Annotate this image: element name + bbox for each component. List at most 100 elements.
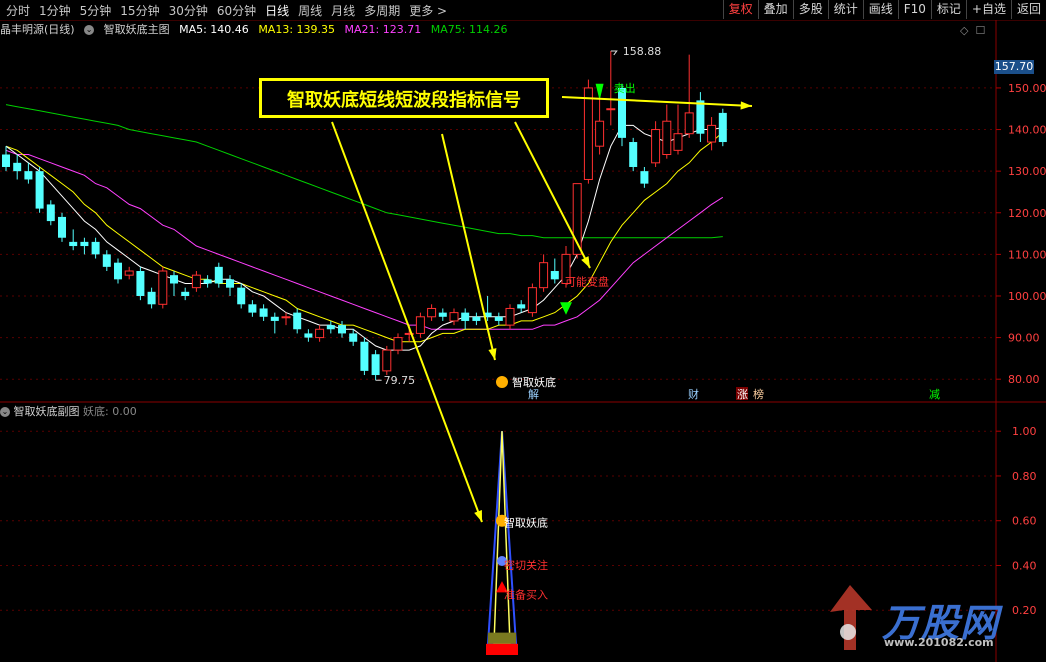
price-tick-label: 100.00 bbox=[1008, 290, 1046, 303]
event-zhang-label: 涨 bbox=[737, 388, 748, 401]
candle-body bbox=[293, 312, 302, 330]
candle-body bbox=[2, 154, 10, 167]
candle-body bbox=[427, 307, 437, 318]
candle-body bbox=[595, 120, 605, 147]
candle-body bbox=[550, 271, 559, 280]
candle-body bbox=[707, 124, 717, 143]
price-tick-label: 90.00 bbox=[1008, 332, 1040, 345]
green-marker-icon bbox=[560, 302, 572, 315]
price-tick-label: 110.00 bbox=[1008, 248, 1046, 261]
candle-body bbox=[527, 287, 537, 314]
candle-body bbox=[640, 171, 649, 184]
candle-body bbox=[315, 328, 325, 339]
candle-body bbox=[583, 87, 593, 180]
candle-body bbox=[673, 133, 683, 151]
candle-body bbox=[191, 274, 201, 289]
candle-body bbox=[158, 270, 168, 305]
candle-body bbox=[651, 129, 661, 164]
candle-body bbox=[618, 87, 626, 138]
candle-body bbox=[662, 120, 672, 156]
candle-body bbox=[472, 316, 481, 321]
candle-body bbox=[461, 312, 470, 321]
current-price-tag: 157.70 bbox=[994, 60, 1034, 74]
ma13-line bbox=[5, 131, 724, 343]
candle-body bbox=[259, 308, 268, 317]
base-block-red bbox=[486, 643, 518, 655]
price-tick-label: 120.00 bbox=[1008, 207, 1046, 220]
price-tick-label: 150.00 bbox=[1008, 82, 1046, 95]
arrow-to-maybe-head bbox=[581, 256, 590, 268]
candle-body bbox=[124, 270, 134, 276]
event-jie-label: 解 bbox=[528, 387, 539, 401]
candle-body bbox=[326, 325, 335, 330]
candle-body bbox=[170, 275, 178, 284]
candle-body bbox=[69, 241, 78, 247]
sub-tick-label: 0.80 bbox=[1012, 470, 1037, 483]
event-cai-label: 财 bbox=[688, 387, 699, 401]
event-jian-label: 减 bbox=[929, 388, 940, 401]
candle-body bbox=[281, 316, 291, 319]
candle-body bbox=[505, 307, 515, 326]
signal-spike-inner bbox=[493, 431, 511, 645]
low-price-label: 79.75 bbox=[384, 374, 416, 387]
candle-body bbox=[606, 108, 616, 111]
candle-body bbox=[415, 316, 425, 334]
arrow-to-sell-head bbox=[740, 101, 752, 110]
sub-tick-label: 0.60 bbox=[1012, 515, 1037, 528]
candle-body bbox=[517, 304, 526, 309]
candle-body bbox=[718, 112, 727, 143]
candle-body bbox=[393, 337, 403, 351]
candle-body bbox=[304, 333, 313, 338]
candle-body bbox=[684, 112, 694, 135]
yaodi-icon bbox=[496, 376, 508, 388]
sub-tick-label: 1.00 bbox=[1012, 425, 1037, 438]
candle-body bbox=[438, 312, 447, 317]
candle-body bbox=[13, 162, 22, 172]
candle-body bbox=[349, 333, 358, 342]
arrow-to-yaodi bbox=[441, 133, 496, 361]
candle-body bbox=[696, 100, 705, 134]
candle-body bbox=[181, 291, 190, 296]
event-bang-label: 榜 bbox=[753, 387, 764, 401]
focus-label: 密切关注 bbox=[504, 558, 548, 572]
high-marker bbox=[610, 50, 618, 56]
candle-body bbox=[494, 316, 503, 321]
high-price-label: 158.88 bbox=[623, 45, 662, 58]
candle-body bbox=[449, 312, 459, 322]
candle-body bbox=[147, 291, 156, 305]
rocket-icon bbox=[830, 585, 872, 650]
candle-body bbox=[114, 262, 122, 280]
candle-body bbox=[360, 341, 369, 371]
candle-body bbox=[80, 241, 89, 247]
ma21-line bbox=[5, 149, 724, 330]
candle-body bbox=[539, 262, 549, 289]
arrow-to-sub-head bbox=[474, 510, 482, 522]
signal-spike-outline bbox=[486, 431, 518, 645]
coin-icon bbox=[840, 624, 856, 640]
candle-body bbox=[24, 171, 33, 180]
maybe-reversal-label: 可能变盘 bbox=[565, 275, 609, 289]
candle-body bbox=[102, 254, 111, 267]
candle-body bbox=[629, 142, 638, 167]
candle-body bbox=[226, 279, 234, 288]
candle-body bbox=[338, 325, 346, 334]
sell-signal-label: 卖出 bbox=[614, 81, 636, 95]
candle-body bbox=[371, 354, 380, 376]
candle-body bbox=[203, 279, 212, 284]
base-block bbox=[488, 632, 516, 644]
candle-body bbox=[35, 171, 44, 209]
yaodi-sub-label: 智取妖底 bbox=[504, 516, 548, 530]
candle-body bbox=[382, 349, 392, 372]
price-tick-label: 80.00 bbox=[1008, 373, 1040, 386]
sub-tick-label: 0.20 bbox=[1012, 604, 1037, 617]
candle-body bbox=[91, 241, 100, 255]
sub-tick-label: 0.40 bbox=[1012, 559, 1037, 572]
candle-body bbox=[237, 287, 246, 305]
ma75-line bbox=[5, 104, 723, 239]
candle-body bbox=[248, 304, 257, 313]
candle-body bbox=[136, 271, 145, 296]
price-tick-label: 140.00 bbox=[1008, 124, 1046, 137]
arrow-to-sub bbox=[331, 121, 483, 523]
price-tick-label: 130.00 bbox=[1008, 165, 1046, 178]
buy-label: 准备买入 bbox=[504, 587, 548, 601]
